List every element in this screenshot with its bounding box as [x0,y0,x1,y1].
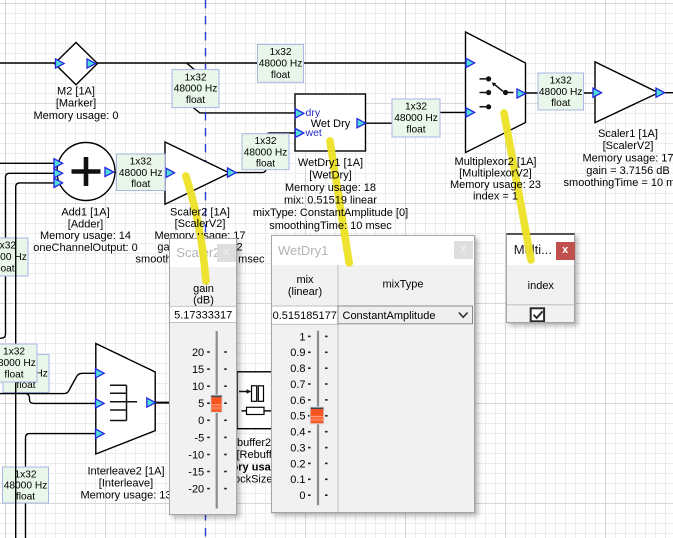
svg-text:Scaler1 [1A]: Scaler1 [1A] [598,128,658,140]
svg-text:48000 Hz: 48000 Hz [174,84,218,95]
svg-text:Memory usage: 23: Memory usage: 23 [450,179,541,191]
svg-text:0.5: 0.5 [290,410,305,422]
svg-text:0.7: 0.7 [290,378,305,390]
svg-text:mix: 0.51519 linear: mix: 0.51519 linear [284,195,377,207]
svg-text:dry: dry [306,107,321,119]
svg-text:gain = 3.7156 dB: gain = 3.7156 dB [586,165,670,177]
svg-text:48000 Hz: 48000 Hz [244,147,288,158]
svg-text:M2 [1A]: M2 [1A] [57,85,95,97]
svg-text:Memory usage: 0: Memory usage: 0 [34,110,119,122]
svg-text:48000 Hz: 48000 Hz [539,87,583,98]
svg-text:[Adder]: [Adder] [68,218,103,230]
svg-text:-10: -10 [189,449,205,461]
svg-text:1x32: 1x32 [405,102,427,113]
svg-text:float: float [406,125,425,136]
svg-text:1x32: 1x32 [130,157,152,168]
svg-text:1: 1 [299,331,305,343]
svg-text:mixType: mixType [383,278,424,290]
svg-text:1x32: 1x32 [14,470,36,481]
svg-text:[ScalerV2]: [ScalerV2] [603,140,654,152]
svg-text:20: 20 [192,347,204,359]
svg-text:gain: gain [193,283,214,295]
svg-text:(dB): (dB) [193,295,214,307]
svg-text:float: float [131,179,150,190]
svg-text:wet: wet [305,127,322,139]
svg-text:0: 0 [299,490,305,502]
svg-text:Memory usage: 18: Memory usage: 18 [285,182,376,194]
svg-text:mixType: ConstantAmplitude [0]: mixType: ConstantAmplitude [0] [253,207,408,219]
svg-text:0.8: 0.8 [290,363,305,375]
svg-text:Memory usage: 17: Memory usage: 17 [582,153,673,165]
svg-text:[ScalerV2]: [ScalerV2] [175,218,226,230]
svg-text:-15: -15 [189,466,205,478]
svg-text:float: float [551,98,570,109]
svg-text:smoothingTime = 10 msec: smoothingTime = 10 msec [564,177,673,189]
svg-text:1x32: 1x32 [254,136,276,147]
svg-text:5.17333317: 5.17333317 [174,310,232,322]
svg-text:[MultiplexorV2]: [MultiplexorV2] [459,167,532,179]
svg-text:Scaler2 [1A]: Scaler2 [1A] [170,206,230,218]
svg-text:10: 10 [192,381,204,393]
svg-text:48000 Hz: 48000 Hz [394,113,438,124]
svg-text:48000 Hz: 48000 Hz [259,59,303,70]
svg-text:-5: -5 [195,432,205,444]
svg-text:0.3: 0.3 [290,442,305,454]
svg-text:float: float [256,158,275,169]
svg-text:0.2: 0.2 [290,458,305,470]
svg-text:48000 Hz: 48000 Hz [0,252,27,263]
svg-text:Memory usage: 13: Memory usage: 13 [80,489,171,501]
svg-text:1x32: 1x32 [184,72,206,83]
svg-text:ConstantAmplitude: ConstantAmplitude [343,309,436,321]
svg-text:smoothingTime: 10 msec: smoothingTime: 10 msec [269,220,392,232]
svg-text:oneChannelOutput: 0: oneChannelOutput: 0 [33,242,138,254]
svg-text:float: float [0,264,15,275]
svg-text:-20: -20 [189,484,205,496]
svg-text:float: float [16,492,35,503]
svg-text:0.6: 0.6 [290,394,305,406]
svg-text:[Marker]: [Marker] [56,98,96,110]
svg-text:0: 0 [198,415,204,427]
svg-text:1x32: 1x32 [0,241,16,252]
svg-text:index: index [527,279,554,291]
svg-text:1x32: 1x32 [550,76,572,87]
svg-text:48000 Hz: 48000 Hz [0,358,36,369]
svg-text:Add1 [1A]: Add1 [1A] [61,207,109,219]
svg-text:48000 Hz: 48000 Hz [4,481,48,492]
svg-text:Multiplexor2 [1A]: Multiplexor2 [1A] [455,156,537,168]
svg-text:float: float [271,70,290,81]
svg-text:5: 5 [198,398,204,410]
svg-text:mix: mix [296,274,314,286]
svg-text:0.1: 0.1 [290,474,305,486]
svg-text:0.515185177: 0.515185177 [273,310,337,322]
svg-text:float: float [4,370,23,381]
svg-text:Memory usage: 14: Memory usage: 14 [40,230,131,242]
svg-text:1x32: 1x32 [3,347,25,358]
svg-text:1x32: 1x32 [269,47,291,58]
svg-text:[Interleave]: [Interleave] [99,478,153,490]
svg-text:0.9: 0.9 [290,347,305,359]
svg-text:0.4: 0.4 [290,426,305,438]
svg-text:float: float [186,95,205,106]
svg-text:48000 Hz: 48000 Hz [119,168,163,179]
svg-text:[WetDry]: [WetDry] [309,169,352,181]
svg-text:Interleave2 [1A]: Interleave2 [1A] [87,466,164,478]
svg-text:15: 15 [192,364,204,376]
svg-text:(linear): (linear) [288,286,322,298]
svg-text:index = 1: index = 1 [473,190,518,202]
svg-text:WetDry1 [1A]: WetDry1 [1A] [298,157,363,169]
